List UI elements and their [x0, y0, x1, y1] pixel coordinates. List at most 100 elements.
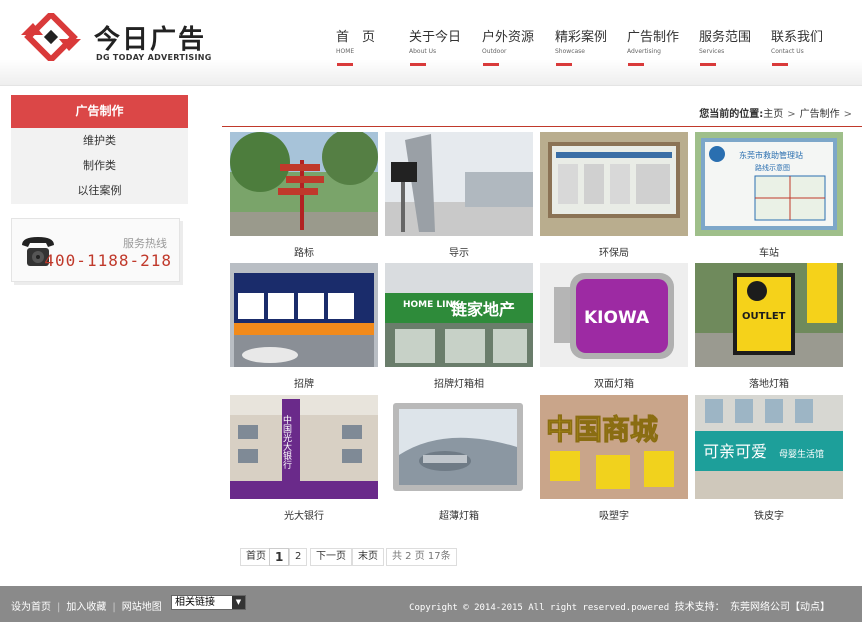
pager-first-button[interactable]: 首页: [240, 548, 272, 566]
product-card[interactable]: 招牌: [230, 263, 378, 391]
product-caption[interactable]: 铁皮字: [695, 507, 843, 522]
content-divider: [222, 126, 862, 127]
product-card[interactable]: 超薄灯箱: [385, 395, 533, 523]
product-image-floor-lightbox[interactable]: OUTLET: [695, 263, 843, 367]
product-caption[interactable]: 光大银行: [230, 507, 378, 522]
hotline-box: 服务热线 400-1188-218: [11, 218, 180, 282]
footer-separator: |: [57, 602, 61, 613]
breadcrumb-prefix: 您当前的位置:: [699, 109, 764, 120]
sidebar-item-production[interactable]: 制作类: [11, 153, 188, 178]
product-image-slim-lightbox[interactable]: [385, 395, 533, 499]
breadcrumb-home[interactable]: 主页: [763, 109, 783, 120]
product-caption[interactable]: 招牌灯箱相: [385, 375, 533, 390]
product-image-tin-letters[interactable]: 可亲可爱 母婴生活馆: [695, 395, 843, 499]
kiowa-sign-text: KIOWA: [584, 308, 650, 328]
lightbox-store-photo-icon: HOME LINK 链家地产: [385, 263, 533, 367]
product-caption[interactable]: 招牌: [230, 375, 378, 390]
product-caption[interactable]: 双面灯箱: [540, 375, 688, 390]
shop-sign-subtitle: 母婴生活馆: [779, 448, 824, 460]
product-image-station[interactable]: 东莞市救助管理站 路线示意图: [695, 132, 843, 236]
product-image-guide[interactable]: [385, 132, 533, 236]
chevron-right-icon: >: [843, 109, 852, 120]
nav-advertising[interactable]: 广告制作 Advertising: [627, 26, 691, 72]
product-caption[interactable]: 导示: [385, 244, 533, 259]
footer-links: 设为首页 | 加入收藏 | 网站地图: [11, 598, 162, 613]
nav-home[interactable]: 首 页 HOME: [336, 26, 400, 72]
nav-contact[interactable]: 联系我们 Contact Us: [771, 26, 835, 72]
blister-letters-photo-icon: 中国商城: [540, 395, 688, 499]
product-image-lightbox-sign[interactable]: HOME LINK 链家地产: [385, 263, 533, 367]
bank-sign-photo-icon: 中国光大银行: [230, 395, 378, 499]
nav-underline: [556, 63, 572, 66]
product-caption[interactable]: 环保局: [540, 244, 688, 259]
product-card[interactable]: 中国光大银行 光大银行: [230, 395, 378, 523]
product-card[interactable]: 中国商城 吸塑字: [540, 395, 688, 523]
pager-page-1[interactable]: 1: [269, 548, 290, 566]
product-card[interactable]: 环保局: [540, 132, 688, 260]
related-links-value: 相关链接: [175, 597, 215, 608]
station-map-photo-icon: 东莞市救助管理站 路线示意图: [695, 132, 843, 236]
notice-board-photo-icon: [540, 132, 688, 236]
product-card[interactable]: HOME LINK 链家地产 招牌灯箱相: [385, 263, 533, 391]
nav-about[interactable]: 关于今日 About Us: [409, 26, 473, 72]
nav-underline: [483, 63, 499, 66]
product-image-bank-sign[interactable]: 中国光大银行: [230, 395, 378, 499]
pager-last-button[interactable]: 末页: [352, 548, 384, 566]
nav-outdoor[interactable]: 户外资源 Outdoor: [482, 26, 546, 72]
product-caption[interactable]: 吸塑字: [540, 507, 688, 522]
pager-next-button[interactable]: 下一页: [310, 548, 352, 566]
nav-underline: [700, 63, 716, 66]
product-card[interactable]: 东莞市救助管理站 路线示意图 车站: [695, 132, 843, 260]
footer-link-bookmark[interactable]: 加入收藏: [66, 602, 106, 613]
site-header: 今日广告 DG TODAY ADVERTISING 首 页 HOME 关于今日 …: [0, 0, 862, 86]
tin-letters-photo-icon: 可亲可爱 母婴生活馆: [695, 395, 843, 499]
nav-underline: [772, 63, 788, 66]
brand-subtitle: DG TODAY ADVERTISING: [96, 53, 212, 62]
footer-link-sitemap[interactable]: 网站地图: [122, 602, 162, 613]
storefront-photo-icon: [230, 263, 378, 367]
logo-mark-icon: [21, 13, 81, 61]
product-caption[interactable]: 路标: [230, 244, 378, 259]
brand-name: 今日广告: [94, 25, 207, 55]
product-caption[interactable]: 车站: [695, 244, 843, 259]
nav-underline: [337, 63, 353, 66]
nav-services[interactable]: 服务范围 Services: [699, 26, 763, 72]
product-card[interactable]: KIOWA 双面灯箱: [540, 263, 688, 391]
pager-page-2[interactable]: 2: [289, 548, 308, 566]
product-caption[interactable]: 落地灯箱: [695, 375, 843, 390]
product-card[interactable]: OUTLET 落地灯箱: [695, 263, 843, 391]
related-links-select[interactable]: 相关链接 ▼: [171, 595, 246, 610]
footer-link-set-home[interactable]: 设为首页: [11, 602, 51, 613]
outlet-sign-text: OUTLET: [742, 311, 786, 322]
footer-separator: |: [112, 602, 116, 613]
product-image-double-lightbox[interactable]: KIOWA: [540, 263, 688, 367]
product-image-epb[interactable]: [540, 132, 688, 236]
sidebar-item-maintenance[interactable]: 维护类: [11, 128, 188, 153]
sidebar-menu: 广告制作 维护类 制作类 以往案例: [11, 95, 188, 204]
product-card[interactable]: 导示: [385, 132, 533, 260]
product-card[interactable]: 可亲可爱 母婴生活馆 铁皮字: [695, 395, 843, 523]
slim-lightbox-photo-icon: [385, 395, 533, 499]
sidebar-item-past-cases[interactable]: 以往案例: [11, 178, 188, 203]
station-sign-subtitle: 路线示意图: [755, 163, 790, 172]
breadcrumb: 您当前的位置:主页 > 广告制作 >: [699, 105, 856, 120]
product-image-signpost[interactable]: [230, 132, 378, 236]
support-company-link[interactable]: 东莞网络公司【动点】: [730, 602, 830, 613]
blister-letters-text: 中国商城: [546, 413, 658, 446]
product-image-storefront-sign[interactable]: [230, 263, 378, 367]
chain-sign-text: 链家地产: [451, 300, 515, 319]
chevron-right-icon: >: [787, 109, 796, 120]
nav-underline: [410, 63, 426, 66]
nav-showcase[interactable]: 精彩案例 Showcase: [555, 26, 619, 72]
station-sign-title: 东莞市救助管理站: [739, 150, 803, 160]
double-sided-lightbox-photo-icon: KIOWA: [540, 263, 688, 367]
breadcrumb-current[interactable]: 广告制作: [800, 109, 840, 120]
nav-underline: [628, 63, 644, 66]
shop-sign-text: 可亲可爱: [703, 442, 767, 461]
site-logo[interactable]: 今日广告 DG TODAY ADVERTISING: [18, 13, 218, 65]
product-image-blister-letters[interactable]: 中国商城: [540, 395, 688, 499]
copyright-text: Copyright © 2014-2015 All right reserved…: [409, 603, 670, 613]
product-card[interactable]: 路标: [230, 132, 378, 260]
hotline-number: 400-1188-218: [44, 251, 172, 270]
product-caption[interactable]: 超薄灯箱: [385, 507, 533, 522]
